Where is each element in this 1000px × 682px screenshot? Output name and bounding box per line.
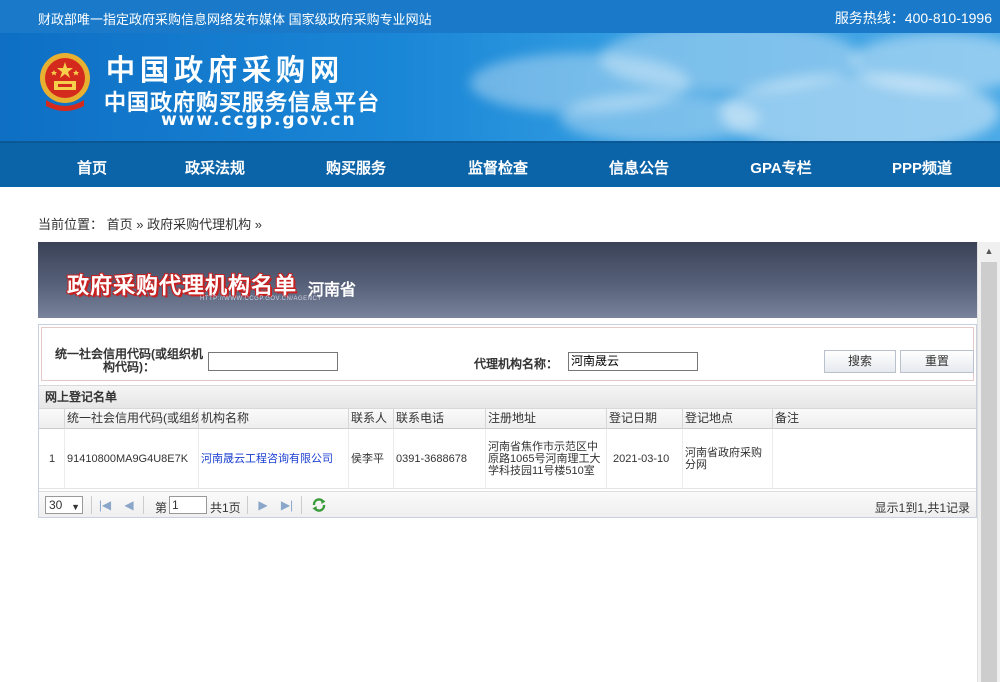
row-place: 河南省政府采购分网 (683, 429, 773, 489)
last-page-icon[interactable]: ▶| (279, 497, 295, 513)
breadcrumb: 当前位置： 首页 » 政府采购代理机构 » (38, 214, 262, 233)
page-size-value: 30 (49, 498, 63, 512)
agency-list-title-panel: 政府采购代理机构名单 河南省 HTTP://WWW.CCGP.GOV.CN/AG… (38, 242, 977, 318)
table-row[interactable]: 1 91410800MA9G4U8E7K 河南晟云工程咨询有限公司 侯李平 03… (39, 429, 976, 489)
title-sub-url: HTTP://WWW.CCGP.GOV.CN/AGENCY (200, 296, 322, 302)
breadcrumb-separator: » (136, 217, 144, 232)
pager-divider (91, 496, 92, 514)
scrollbar-thumb[interactable] (981, 262, 997, 682)
breadcrumb-separator: » (254, 217, 263, 232)
grid-header: 统一社会信用代码(或组织 机构名称 联系人 联系电话 注册地址 登记日期 登记地… (39, 409, 976, 429)
main-nav: 首页 政采法规 购买服务 监督检查 信息公告 GPA专栏 PPP频道 (0, 141, 1000, 187)
chevron-down-icon: ▼ (71, 502, 80, 512)
header-address[interactable]: 注册地址 (486, 409, 607, 429)
header-phone[interactable]: 联系电话 (394, 409, 486, 429)
header-index (39, 409, 65, 429)
row-remark (773, 429, 976, 489)
header-agency-name[interactable]: 机构名称 (199, 409, 349, 429)
nav-item-supervision[interactable]: 监督检查 (468, 157, 528, 178)
row-address: 河南省焦作市示范区中原路1065号河南理工大学科技园11号楼510室 (486, 429, 607, 489)
pagination-bar: 30 ▼ |◀ ◀ 第 1 共1页 ▶ ▶| 显示1到1,共1记录 (39, 491, 976, 517)
page-number-input[interactable]: 1 (169, 496, 207, 514)
reset-button[interactable]: 重置 (900, 350, 974, 373)
national-emblem-icon (40, 53, 90, 111)
nav-item-gpa[interactable]: GPA专栏 (750, 157, 811, 178)
nav-item-announcements[interactable]: 信息公告 (609, 157, 669, 178)
next-page-icon[interactable]: ▶ (255, 497, 271, 513)
logo-site-name: 中国政府采购网 (106, 53, 345, 87)
nav-item-ppp[interactable]: PPP频道 (892, 157, 952, 178)
pager-divider (247, 496, 248, 514)
pagination-info: 显示1到1,共1记录 (874, 501, 970, 515)
header-place[interactable]: 登记地点 (683, 409, 773, 429)
header-contact[interactable]: 联系人 (349, 409, 394, 429)
row-index: 1 (39, 429, 65, 489)
row-credit-code: 91410800MA9G4U8E7K (65, 429, 199, 489)
prev-page-icon[interactable]: ◀ (121, 497, 137, 513)
agency-name-label: 代理机构名称： (474, 357, 559, 371)
nav-item-regulations[interactable]: 政采法规 (185, 157, 245, 178)
breadcrumb-current-link[interactable]: 政府采购代理机构 (147, 217, 251, 232)
header-remark[interactable]: 备注 (773, 409, 976, 429)
breadcrumb-prefix: 当前位置： (38, 217, 104, 232)
page-scrollbar[interactable]: ▲ (977, 242, 1000, 682)
site-tagline: 财政部唯一指定政府采购信息网络发布媒体 国家级政府采购专业网站 (38, 12, 432, 27)
agency-grid: 统一社会信用代码(或组织机构代码)： 代理机构名称： 河南晟云 搜索 重置 网上… (38, 324, 977, 518)
top-bar: 财政部唯一指定政府采购信息网络发布媒体 国家级政府采购专业网站 服务热线：400… (0, 0, 1000, 33)
site-banner: 中国政府采购网 中国政府购买服务信息平台 www.ccgp.gov.cn (0, 33, 1000, 141)
search-bar: 统一社会信用代码(或组织机构代码)： 代理机构名称： 河南晟云 搜索 重置 (41, 327, 974, 381)
nav-item-purchase-services[interactable]: 购买服务 (326, 157, 386, 178)
pager-divider (301, 496, 302, 514)
page-prefix: 第 (155, 501, 168, 515)
first-page-icon[interactable]: |◀ (97, 497, 113, 513)
pager-divider (143, 496, 144, 514)
header-credit-code[interactable]: 统一社会信用代码(或组织 (65, 409, 199, 429)
refresh-icon[interactable] (311, 497, 327, 513)
credit-code-input[interactable] (208, 352, 338, 371)
nav-item-home[interactable]: 首页 (77, 157, 107, 178)
page-size-select[interactable]: 30 ▼ (45, 496, 83, 514)
header-date[interactable]: 登记日期 (607, 409, 683, 429)
row-date: 2021-03-10 (607, 429, 683, 489)
credit-code-label: 统一社会信用代码(或组织机构代码)： (55, 347, 203, 374)
scroll-up-icon[interactable]: ▲ (978, 242, 1000, 260)
logo-url: www.ccgp.gov.cn (161, 110, 357, 130)
page-total: 共1页 (210, 501, 241, 515)
search-button[interactable]: 搜索 (824, 350, 896, 373)
grid-title: 网上登记名单 (39, 385, 976, 409)
row-contact: 侯李平 (349, 429, 394, 489)
row-agency-name-link[interactable]: 河南晟云工程咨询有限公司 (199, 429, 349, 489)
agency-name-input[interactable]: 河南晟云 (568, 352, 698, 371)
service-hotline: 服务热线：400-810-1996 (834, 10, 992, 26)
row-phone: 0391-3688678 (394, 429, 486, 489)
breadcrumb-home-link[interactable]: 首页 (107, 217, 133, 232)
